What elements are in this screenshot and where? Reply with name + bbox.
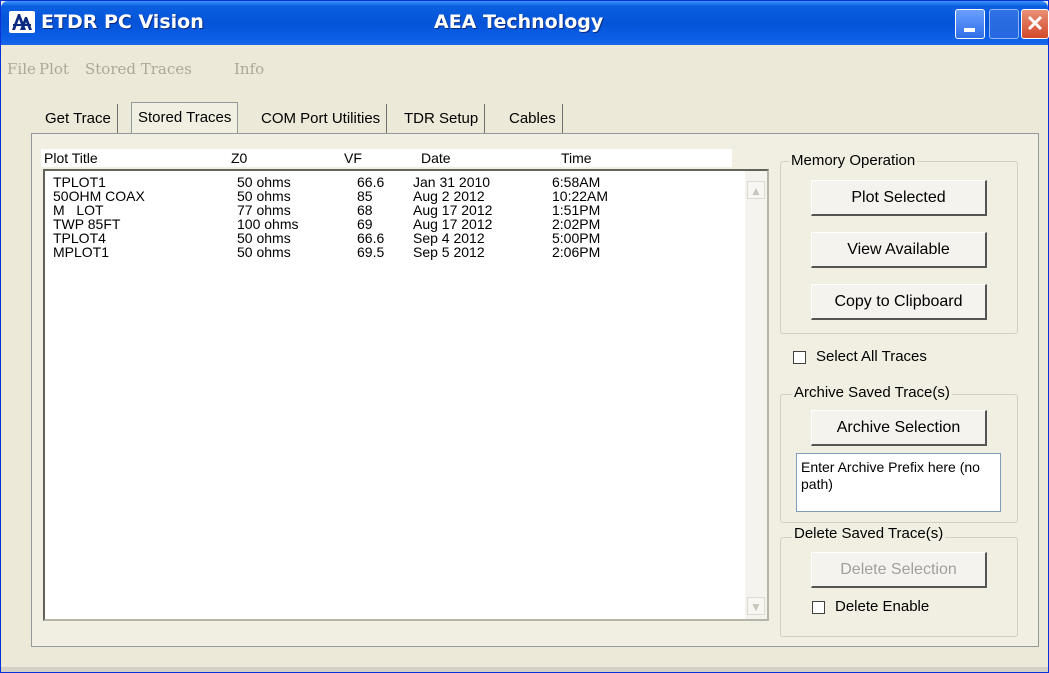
menu-info[interactable]: Info xyxy=(234,60,264,78)
column-z0: Z0 xyxy=(231,150,248,166)
cell-z0: 50 ohms xyxy=(237,230,291,246)
scroll-up-icon[interactable]: ▲ xyxy=(747,181,765,199)
column-plot-title: Plot Title xyxy=(44,150,98,166)
cell-time: 5:00PM xyxy=(552,230,601,246)
cell-time: 1:51PM xyxy=(552,202,601,218)
cell-vf: 68 xyxy=(357,202,373,218)
cell-z0: 100 ohms xyxy=(237,216,299,232)
window-bottom-border xyxy=(1,667,1048,672)
cell-vf: 85 xyxy=(357,188,373,204)
menu-bar: File Plot Stored Traces Info xyxy=(1,45,1048,97)
column-vf: VF xyxy=(344,150,362,166)
delete-enable-label: Delete Enable xyxy=(835,598,930,615)
maximize-button xyxy=(989,9,1019,39)
cell-vf: 66.6 xyxy=(357,174,385,190)
select-all-checkbox[interactable] xyxy=(793,351,806,364)
tab-tdr-setup[interactable]: TDR Setup xyxy=(398,104,486,134)
menu-stored-traces[interactable]: Stored Traces xyxy=(85,60,192,78)
archive-prefix-field[interactable]: Enter Archive Prefix here (no path) xyxy=(796,453,1001,512)
plot-selected-button[interactable]: Plot Selected xyxy=(811,180,987,216)
cell-plot-title: TWP 85FT xyxy=(53,216,121,232)
close-button[interactable] xyxy=(1021,9,1049,39)
trace-listbox[interactable]: TPLOT1 50 ohms 66.6 Jan 31 2010 6:58AM 5… xyxy=(43,169,769,621)
delete-group-label: Delete Saved Trace(s) xyxy=(792,525,946,542)
list-header: Plot Title Z0 VF Date Time xyxy=(41,149,732,167)
list-scrollbar[interactable]: ▲ ▼ xyxy=(745,171,767,619)
cell-plot-title: TPLOT1 xyxy=(53,174,106,190)
cell-date: Sep 4 2012 xyxy=(413,230,485,246)
cell-time: 10:22AM xyxy=(552,188,609,204)
cell-z0: 77 ohms xyxy=(237,202,291,218)
cell-z0: 50 ohms xyxy=(237,174,291,190)
cell-date: Aug 2 2012 xyxy=(413,188,485,204)
company-title: AEA Technology xyxy=(434,11,604,33)
cell-date: Aug 17 2012 xyxy=(413,216,493,232)
archive-selection-button[interactable]: Archive Selection xyxy=(811,410,987,446)
column-date: Date xyxy=(421,150,451,166)
tab-com-port-utilities[interactable]: COM Port Utilities xyxy=(255,104,388,134)
cell-plot-title: M LOT xyxy=(53,202,104,218)
minimize-icon xyxy=(964,28,975,32)
menu-file[interactable]: File xyxy=(7,60,36,78)
cell-vf: 69.5 xyxy=(357,244,385,260)
minimize-button[interactable] xyxy=(955,9,985,39)
cell-time: 2:02PM xyxy=(552,216,601,232)
cell-plot-title: TPLOT4 xyxy=(53,230,106,246)
memory-operation-label: Memory Operation xyxy=(789,152,918,169)
copy-to-clipboard-button[interactable]: Copy to Clipboard xyxy=(811,284,987,320)
delete-enable-checkbox[interactable] xyxy=(812,601,825,614)
tab-cables[interactable]: Cables xyxy=(503,104,563,134)
cell-vf: 66.6 xyxy=(357,230,385,246)
aea-logo-icon xyxy=(9,11,35,33)
cell-z0: 50 ohms xyxy=(237,244,291,260)
tab-stored-traces[interactable]: Stored Traces xyxy=(131,102,239,134)
cell-vf: 69 xyxy=(357,216,373,232)
close-icon xyxy=(1027,15,1043,31)
cell-time: 2:06PM xyxy=(552,244,601,260)
cell-plot-title: MPLOT1 xyxy=(53,244,110,260)
cell-date: Aug 17 2012 xyxy=(413,202,493,218)
menu-plot[interactable]: Plot xyxy=(39,60,69,78)
cell-time: 6:58AM xyxy=(552,174,601,190)
cell-date: Jan 31 2010 xyxy=(413,174,491,190)
archive-group-label: Archive Saved Trace(s) xyxy=(792,384,952,401)
cell-plot-title: 50OHM COAX xyxy=(53,188,145,204)
delete-selection-button[interactable]: Delete Selection xyxy=(811,552,987,588)
app-window: ETDR PC Vision AEA Technology File Plot … xyxy=(0,0,1049,673)
select-all-label: Select All Traces xyxy=(816,348,927,365)
scroll-down-icon[interactable]: ▼ xyxy=(747,597,765,615)
tab-get-trace[interactable]: Get Trace xyxy=(39,104,118,134)
window-title: ETDR PC Vision xyxy=(41,11,204,33)
column-time: Time xyxy=(561,150,592,166)
cell-date: Sep 5 2012 xyxy=(413,244,485,260)
cell-z0: 50 ohms xyxy=(237,188,291,204)
view-available-button[interactable]: View Available xyxy=(811,232,987,268)
title-bar[interactable]: ETDR PC Vision AEA Technology xyxy=(1,1,1049,45)
